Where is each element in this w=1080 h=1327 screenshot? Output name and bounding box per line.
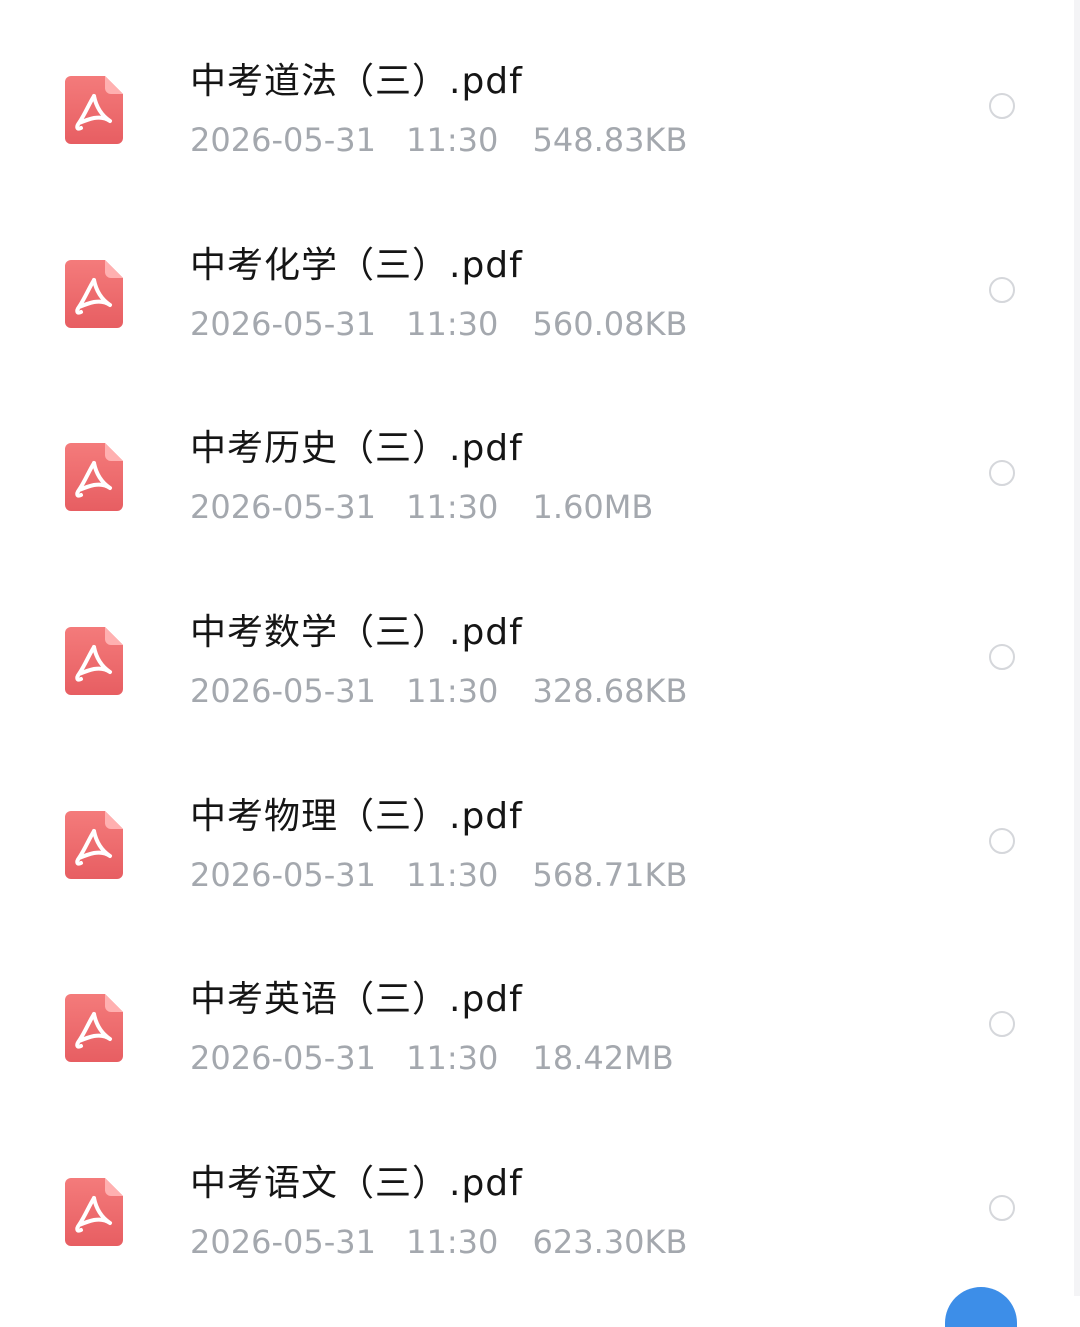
file-date: 2026-05-31 [190, 1223, 376, 1261]
select-radio-button[interactable] [989, 277, 1015, 303]
file-name: 中考道法（三）.pdf [190, 61, 523, 102]
file-meta: 2026-05-31 11:30 568.71KB [190, 854, 687, 896]
file-date: 2026-05-31 [190, 305, 376, 343]
file-size: 560.08KB [532, 305, 688, 343]
file-size: 1.60MB [532, 488, 654, 526]
file-list-item[interactable]: 中考物理（三）.pdf 2026-05-31 11:30 568.71KB [0, 735, 1074, 919]
file-list-item[interactable]: 中考数学（三）.pdf 2026-05-31 11:30 328.68KB [0, 551, 1074, 735]
file-list-item[interactable]: 中考化学（三）.pdf 2026-05-31 11:30 560.08KB [0, 184, 1074, 368]
file-time: 11:30 [406, 488, 499, 526]
pdf-file-icon [65, 811, 123, 879]
file-meta: 2026-05-31 11:30 1.60MB [190, 486, 653, 528]
file-list-item[interactable]: 中考英语（三）.pdf 2026-05-31 11:30 18.42MB [0, 918, 1074, 1102]
file-date: 2026-05-31 [190, 672, 376, 710]
file-size: 18.42MB [532, 1039, 674, 1077]
file-time: 11:30 [406, 1223, 499, 1261]
select-radio-button[interactable] [989, 1195, 1015, 1221]
file-name: 中考物理（三）.pdf [190, 796, 523, 837]
file-time: 11:30 [406, 856, 499, 894]
file-date: 2026-05-31 [190, 121, 376, 159]
file-size: 568.71KB [532, 856, 688, 894]
select-radio-button[interactable] [989, 644, 1015, 670]
select-radio-button[interactable] [989, 460, 1015, 486]
file-list-item[interactable]: 中考语文（三）.pdf 2026-05-31 11:30 623.30KB [0, 1102, 1074, 1286]
file-name: 中考历史（三）.pdf [190, 428, 523, 469]
file-time: 11:30 [406, 672, 499, 710]
select-radio-button[interactable] [989, 1011, 1015, 1037]
file-list-item[interactable]: 中考道法（三）.pdf 2026-05-31 11:30 548.83KB [0, 0, 1074, 184]
file-date: 2026-05-31 [190, 488, 376, 526]
pdf-file-icon [65, 627, 123, 695]
file-list-item[interactable]: 中考历史（三）.pdf 2026-05-31 11:30 1.60MB [0, 367, 1074, 551]
file-meta: 2026-05-31 11:30 328.68KB [190, 670, 687, 712]
pdf-file-icon [65, 76, 123, 144]
file-list: 中考道法（三）.pdf 2026-05-31 11:30 548.83KB 中考… [0, 0, 1080, 1296]
file-time: 11:30 [406, 1039, 499, 1077]
pdf-file-icon [65, 443, 123, 511]
file-meta: 2026-05-31 11:30 18.42MB [190, 1037, 674, 1079]
file-name: 中考数学（三）.pdf [190, 612, 523, 653]
file-size: 623.30KB [532, 1223, 688, 1261]
file-meta: 2026-05-31 11:30 560.08KB [190, 303, 687, 345]
pdf-file-icon [65, 994, 123, 1062]
file-date: 2026-05-31 [190, 1039, 376, 1077]
file-name: 中考化学（三）.pdf [190, 245, 523, 286]
file-meta: 2026-05-31 11:30 623.30KB [190, 1221, 687, 1263]
file-size: 328.68KB [532, 672, 688, 710]
file-meta: 2026-05-31 11:30 548.83KB [190, 119, 687, 161]
pdf-file-icon [65, 260, 123, 328]
select-radio-button[interactable] [989, 93, 1015, 119]
file-name: 中考语文（三）.pdf [190, 1163, 523, 1204]
file-name: 中考英语（三）.pdf [190, 979, 523, 1020]
select-radio-button[interactable] [989, 828, 1015, 854]
pdf-file-icon [65, 1178, 123, 1246]
file-time: 11:30 [406, 121, 499, 159]
file-size: 548.83KB [532, 121, 688, 159]
file-time: 11:30 [406, 305, 499, 343]
file-date: 2026-05-31 [190, 856, 376, 894]
